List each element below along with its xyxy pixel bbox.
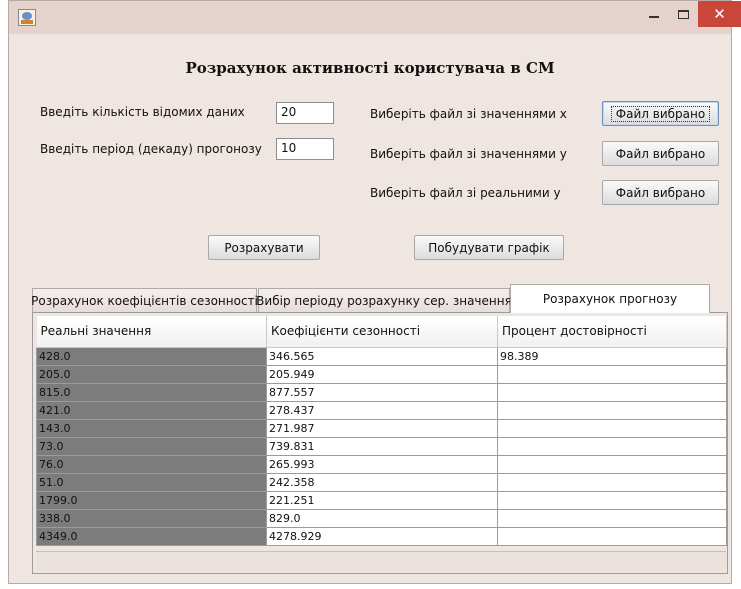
- tab-forecast[interactable]: Розрахунок прогнозу: [510, 284, 710, 313]
- real-value-cell[interactable]: 73.0: [36, 436, 267, 456]
- seasonality-cell[interactable]: 221.251: [266, 490, 498, 510]
- real-value-cell[interactable]: 4349.0: [36, 526, 267, 546]
- reliability-cell[interactable]: [497, 490, 727, 510]
- tab-average-period[interactable]: Вибір періоду розрахунку сер. значення: [256, 288, 512, 313]
- minimize-icon: [649, 16, 659, 18]
- real-value-cell[interactable]: 428.0: [36, 346, 267, 366]
- seasonality-cell[interactable]: 271.987: [266, 418, 498, 438]
- reliability-cell[interactable]: [497, 508, 727, 528]
- seasonality-cell[interactable]: 829.0: [266, 508, 498, 528]
- table-row[interactable]: 338.0 829.0: [36, 508, 727, 528]
- build-chart-button[interactable]: Побудувати графік: [414, 235, 564, 260]
- tab-seasonality[interactable]: Розрахунок коефіцієнтів сезонності: [31, 288, 258, 313]
- forecast-table: Реальні значення Коефіцієнти сезонності …: [36, 316, 727, 546]
- real-value-cell[interactable]: 421.0: [36, 400, 267, 420]
- real-value-cell[interactable]: 205.0: [36, 364, 267, 384]
- real-value-cell[interactable]: 338.0: [36, 508, 267, 528]
- seasonality-cell[interactable]: 877.557: [266, 382, 498, 402]
- reliability-cell[interactable]: [497, 364, 727, 384]
- table-row[interactable]: 76.0 265.993: [36, 454, 727, 474]
- forecast-period-input[interactable]: 10: [276, 138, 334, 160]
- seasonality-cell[interactable]: 346.565: [266, 346, 498, 366]
- file-y-button[interactable]: Файл вибрано: [602, 141, 719, 166]
- table-row[interactable]: 143.0 271.987: [36, 418, 727, 438]
- file-y-label: Виберіть файл зі значеннями у: [370, 147, 567, 161]
- maximize-button[interactable]: [669, 1, 697, 27]
- seasonality-cell[interactable]: 242.358: [266, 472, 498, 492]
- tab-strip: Розрахунок коефіцієнтів сезонності Вибір…: [31, 284, 728, 313]
- close-button[interactable]: ✕: [698, 1, 741, 27]
- main-window: ✕ Розрахунок активності користувача в СМ…: [8, 0, 741, 584]
- table-row[interactable]: 1799.0 221.251: [36, 490, 727, 510]
- known-count-input[interactable]: 20: [276, 102, 334, 124]
- real-value-cell[interactable]: 76.0: [36, 454, 267, 474]
- seasonality-cell[interactable]: 265.993: [266, 454, 498, 474]
- page-title: Розрахунок активності користувача в СМ: [185, 59, 555, 77]
- maximize-icon: [677, 9, 689, 19]
- reliability-cell[interactable]: 98.389: [497, 346, 727, 366]
- seasonality-cell[interactable]: 4278.929: [266, 526, 498, 546]
- column-header-reliability[interactable]: Процент достовірності: [497, 316, 727, 348]
- table-row[interactable]: 428.0 346.565 98.389: [36, 346, 727, 366]
- column-header-real[interactable]: Реальні значення: [36, 316, 267, 348]
- known-count-label: Введіть кількість відомих даних: [40, 105, 245, 119]
- forecast-period-label: Введіть період (декаду) прогонозу: [40, 142, 262, 156]
- calculate-button[interactable]: Розрахувати: [208, 235, 320, 260]
- file-x-button-label: Файл вибрано: [610, 105, 711, 122]
- forecast-panel: Реальні значення Коефіцієнти сезонності …: [32, 312, 728, 574]
- seasonality-cell[interactable]: 205.949: [266, 364, 498, 384]
- reliability-cell[interactable]: [497, 418, 727, 438]
- file-real-button[interactable]: Файл вибрано: [602, 180, 719, 205]
- java-app-icon[interactable]: [18, 9, 36, 26]
- reliability-cell[interactable]: [497, 382, 727, 402]
- table-row[interactable]: 51.0 242.358: [36, 472, 727, 492]
- real-value-cell[interactable]: 143.0: [36, 418, 267, 438]
- reliability-cell[interactable]: [497, 400, 727, 420]
- real-value-cell[interactable]: 51.0: [36, 472, 267, 492]
- seasonality-cell[interactable]: 739.831: [266, 436, 498, 456]
- reliability-cell[interactable]: [497, 436, 727, 456]
- table-row[interactable]: 421.0 278.437: [36, 400, 727, 420]
- table-footer: [36, 551, 726, 571]
- seasonality-cell[interactable]: 278.437: [266, 400, 498, 420]
- table-header-row: Реальні значення Коефіцієнти сезонності …: [36, 316, 727, 348]
- minimize-button[interactable]: [640, 1, 668, 27]
- table-row[interactable]: 815.0 877.557: [36, 382, 727, 402]
- column-header-seasonality[interactable]: Коефіцієнти сезонності: [266, 316, 498, 348]
- reliability-cell[interactable]: [497, 454, 727, 474]
- file-x-button[interactable]: Файл вибрано: [602, 101, 719, 126]
- table-row[interactable]: 205.0 205.949: [36, 364, 727, 384]
- title-bar[interactable]: ✕: [9, 1, 741, 34]
- file-real-label: Виберіть файл зі реальними у: [370, 186, 561, 200]
- file-x-label: Виберіть файл зі значеннями х: [370, 107, 567, 121]
- real-value-cell[interactable]: 815.0: [36, 382, 267, 402]
- table-row[interactable]: 4349.0 4278.929: [36, 526, 727, 546]
- reliability-cell[interactable]: [497, 472, 727, 492]
- reliability-cell[interactable]: [497, 526, 727, 546]
- table-row[interactable]: 73.0 739.831: [36, 436, 727, 456]
- real-value-cell[interactable]: 1799.0: [36, 490, 267, 510]
